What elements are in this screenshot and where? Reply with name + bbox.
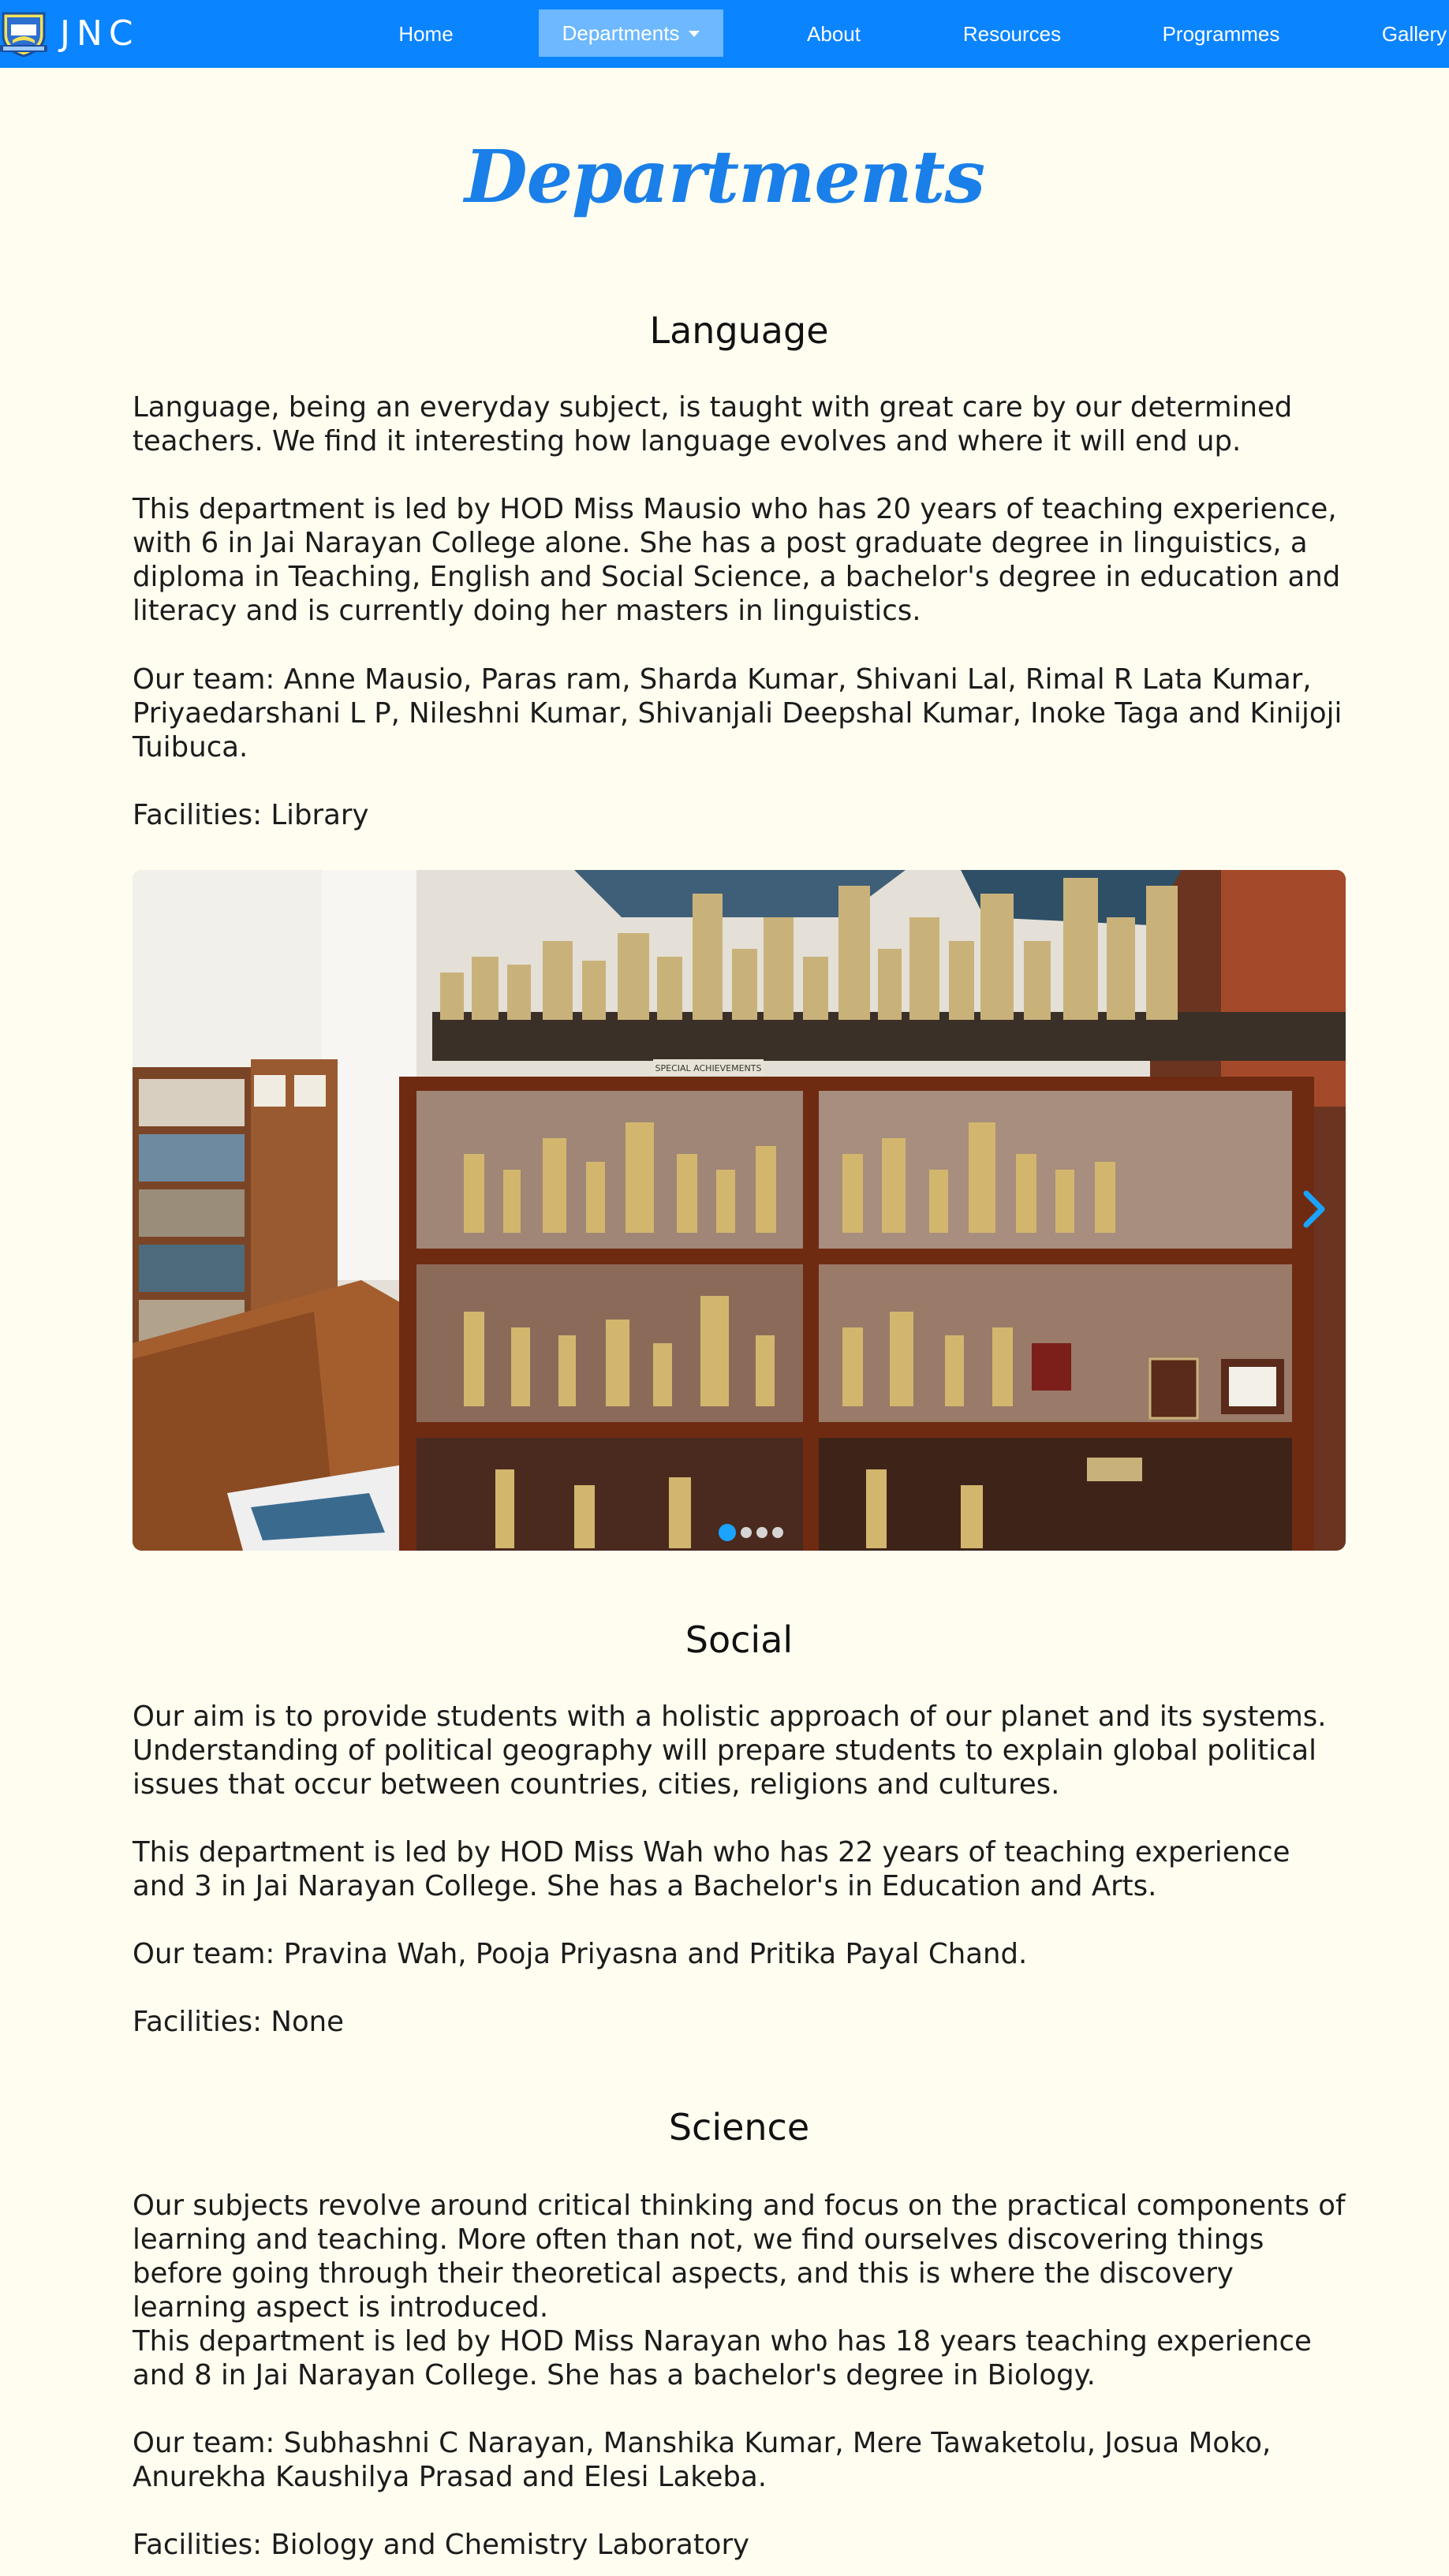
nav-departments[interactable]: Departments	[539, 9, 723, 57]
top-navbar: JNC Home Departments About Resources Pro…	[0, 0, 1449, 68]
social-intro-text: Our aim is to provide students with a ho…	[133, 1701, 1327, 1801]
carousel-slide-image: SPECIAL ACHIEVEMENTS	[133, 870, 1346, 1551]
social-facilities-text: Facilities: None	[133, 2006, 345, 2038]
carousel-pagination	[133, 1524, 1346, 1541]
chevron-right-icon	[1303, 1190, 1325, 1228]
nav-home[interactable]: Home	[371, 0, 481, 68]
carousel-dot-1[interactable]	[719, 1524, 736, 1541]
nav-about[interactable]: About	[776, 0, 891, 68]
language-hod-text: This department is led by HOD Miss Mausi…	[133, 493, 1341, 627]
language-intro-text: Language, being an everyday subject, is …	[133, 391, 1293, 457]
nav-resources[interactable]: Resources	[937, 0, 1087, 68]
nav-programmes[interactable]: Programmes	[1134, 0, 1308, 68]
science-intro-text: Our subjects revolve around critical thi…	[133, 2190, 1346, 2324]
nav-programmes-label: Programmes	[1162, 21, 1280, 46]
social-hod-text: This department is led by HOD Miss Wah w…	[133, 1836, 1290, 1902]
section-heading-language: Language	[649, 309, 829, 352]
nav-gallery-label: Gallery	[1381, 21, 1447, 46]
nav-home-label: Home	[398, 21, 454, 46]
section-heading-social: Social	[685, 1618, 794, 1661]
science-team-text: Our team: Subhashni C Narayan, Manshika …	[133, 2427, 1272, 2493]
nav-about-label: About	[807, 21, 861, 46]
trophy-cabinet-sign: SPECIAL ACHIEVEMENTS	[655, 1063, 762, 1073]
carousel-dot-2[interactable]	[741, 1527, 752, 1538]
nav-departments-label: Departments	[562, 21, 680, 45]
language-team-text: Our team: Anne Mausio, Paras ram, Sharda…	[133, 663, 1343, 763]
language-facilities-text: Facilities: Library	[133, 799, 369, 831]
college-crest-icon	[0, 9, 47, 58]
site-logo[interactable]: JNC	[0, 6, 140, 60]
social-team-text: Our team: Pravina Wah, Pooja Priyasna an…	[133, 1938, 1028, 1970]
carousel-dot-4[interactable]	[772, 1527, 783, 1538]
section-heading-science: Science	[668, 2106, 810, 2149]
nav-gallery[interactable]: Gallery	[1367, 0, 1449, 68]
carousel-dot-3[interactable]	[756, 1527, 767, 1538]
brand-name: JNC	[60, 13, 140, 54]
image-carousel[interactable]: SPECIAL ACHIEVEMENTS	[133, 870, 1346, 1551]
caret-down-icon	[689, 31, 700, 37]
science-facilities-text: Facilities: Biology and Chemistry Labora…	[133, 2529, 750, 2561]
nav-resources-label: Resources	[962, 21, 1062, 46]
carousel-next-button[interactable]	[1297, 1185, 1331, 1233]
page-title: Departments	[464, 134, 985, 219]
science-hod-text: This department is led by HOD Miss Naray…	[133, 2325, 1312, 2391]
